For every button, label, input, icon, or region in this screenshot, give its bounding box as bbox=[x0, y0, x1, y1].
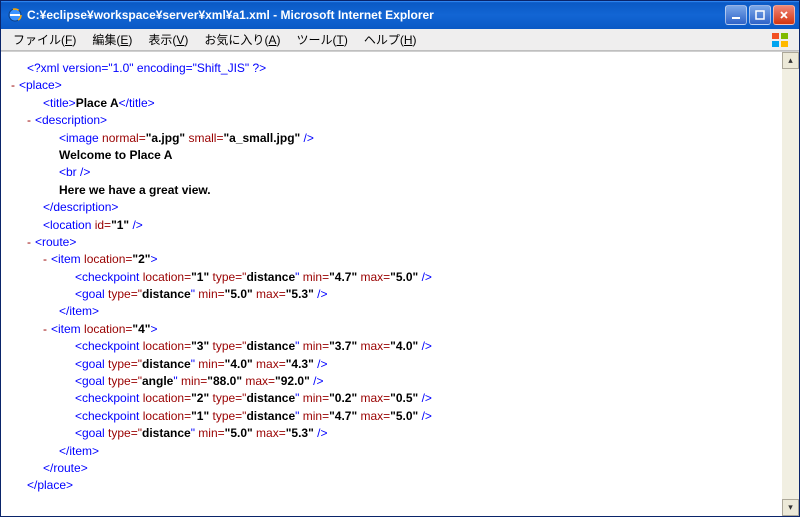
tag-description-close: </description> bbox=[11, 199, 795, 216]
attr-small: "a_small.jpg" bbox=[223, 131, 300, 145]
tag-item-close: </item> bbox=[11, 303, 795, 320]
menu-bar: ファイル(F) 編集(E) 表示(V) お気に入り(A) ツール(T) ヘルプ(… bbox=[1, 29, 799, 51]
scrollbar-track[interactable] bbox=[782, 69, 799, 499]
tag-place-close: </place> bbox=[11, 477, 795, 494]
ie-icon bbox=[7, 7, 23, 23]
attr-location-id: "1" bbox=[111, 218, 129, 232]
attr-item2-loc: "2" bbox=[132, 252, 150, 266]
menu-edit[interactable]: 編集(E) bbox=[84, 31, 140, 48]
window-title: C:¥eclipse¥workspace¥server¥xml¥a1.xml -… bbox=[27, 8, 725, 22]
collapse-toggle[interactable]: - bbox=[27, 113, 35, 127]
collapse-toggle[interactable]: - bbox=[43, 252, 51, 266]
attr-item4-loc: "4" bbox=[132, 322, 150, 336]
minimize-button[interactable] bbox=[725, 5, 747, 25]
text-here: Here we have a great view. bbox=[11, 182, 795, 199]
scroll-down-button[interactable]: ▾ bbox=[782, 499, 799, 516]
xml-prolog: <?xml version="1.0" encoding="Shift_JIS"… bbox=[27, 61, 266, 75]
tag-title-open: <title> bbox=[43, 96, 76, 110]
tag-route-close: </route> bbox=[11, 460, 795, 477]
tag-place-open: <place> bbox=[19, 78, 62, 92]
close-button[interactable] bbox=[773, 5, 795, 25]
attr-normal: "a.jpg" bbox=[146, 131, 185, 145]
collapse-toggle[interactable]: - bbox=[43, 322, 51, 336]
menu-help[interactable]: ヘルプ(H) bbox=[356, 31, 425, 48]
menu-tools[interactable]: ツール(T) bbox=[288, 31, 355, 48]
tag-item-close: </item> bbox=[11, 443, 795, 460]
tag-route-open: <route> bbox=[35, 235, 76, 249]
windows-logo-icon bbox=[767, 30, 795, 50]
tag-description-open: <description> bbox=[35, 113, 107, 127]
collapse-toggle[interactable]: - bbox=[11, 78, 19, 92]
menu-file[interactable]: ファイル(F) bbox=[5, 31, 84, 48]
maximize-button[interactable] bbox=[749, 5, 771, 25]
scroll-up-button[interactable]: ▴ bbox=[782, 52, 799, 69]
menu-favorites[interactable]: お気に入り(A) bbox=[196, 31, 288, 48]
collapse-toggle[interactable]: - bbox=[27, 235, 35, 249]
text-title: Place A bbox=[76, 96, 119, 110]
content-area: <?xml version="1.0" encoding="Shift_JIS"… bbox=[1, 51, 799, 516]
xml-tree: <?xml version="1.0" encoding="Shift_JIS"… bbox=[1, 52, 799, 503]
vertical-scrollbar[interactable]: ▴ ▾ bbox=[782, 52, 799, 516]
chevron-down-icon: ▾ bbox=[788, 502, 793, 513]
tag-title-close: </title> bbox=[119, 96, 155, 110]
window-titlebar[interactable]: C:¥eclipse¥workspace¥server¥xml¥a1.xml -… bbox=[1, 1, 799, 29]
tag-br: <br /> bbox=[11, 164, 795, 181]
text-welcome: Welcome to Place A bbox=[11, 147, 795, 164]
menu-view[interactable]: 表示(V) bbox=[140, 31, 196, 48]
chevron-up-icon: ▴ bbox=[788, 55, 793, 66]
